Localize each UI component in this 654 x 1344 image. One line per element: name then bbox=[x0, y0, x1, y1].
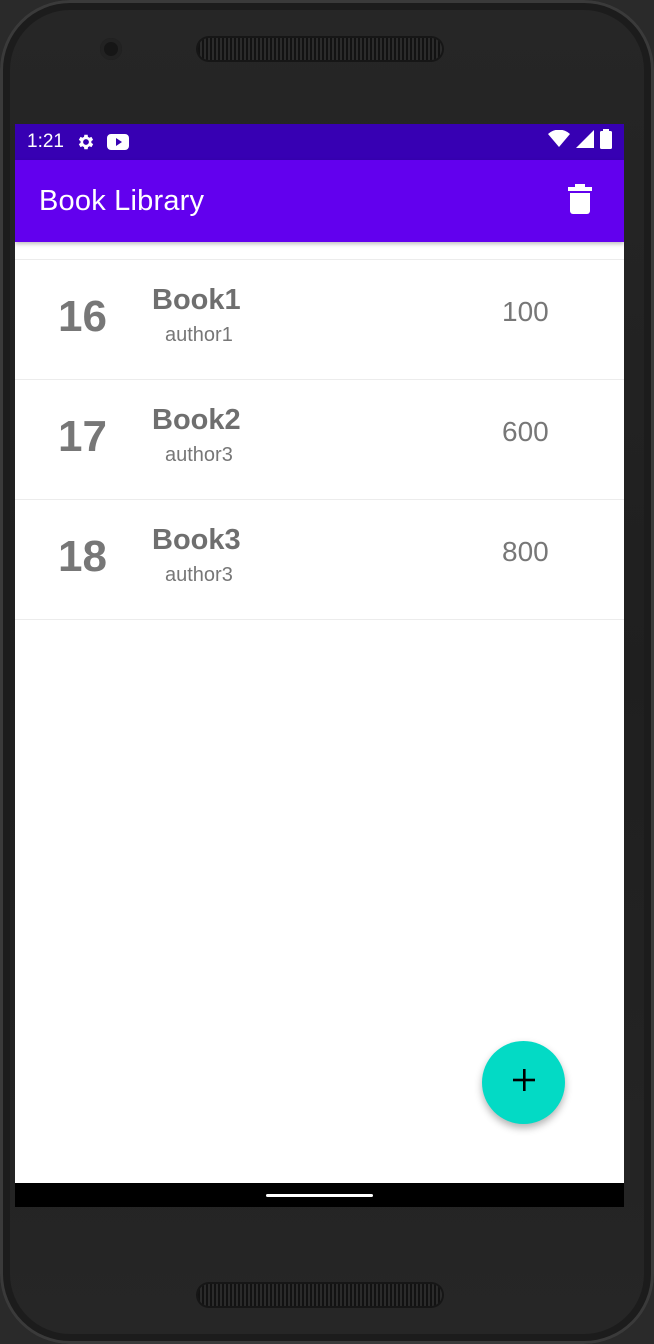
book-row[interactable]: 18 Book3 author3 800 bbox=[15, 500, 624, 620]
youtube-icon bbox=[106, 133, 130, 151]
home-gesture-handle[interactable] bbox=[266, 1194, 373, 1197]
wifi-icon bbox=[548, 129, 570, 154]
signal-icon bbox=[576, 130, 594, 154]
status-bar: 1:21 bbox=[15, 124, 624, 160]
plus-icon bbox=[512, 1069, 535, 1096]
book-title: Book1 bbox=[152, 284, 241, 316]
add-book-button[interactable] bbox=[482, 1041, 565, 1124]
status-time: 1:21 bbox=[27, 131, 64, 152]
book-price: 100 bbox=[502, 296, 549, 327]
phone-frame: 1:21 Book Library 16 Book1 author1 100 1… bbox=[0, 0, 654, 1344]
app-title: Book Library bbox=[39, 184, 205, 217]
app-bar: Book Library bbox=[15, 160, 624, 242]
book-author: author3 bbox=[165, 444, 233, 466]
book-id: 17 bbox=[58, 412, 107, 461]
top-speaker bbox=[198, 38, 442, 60]
trash-icon bbox=[568, 183, 592, 219]
bottom-speaker bbox=[198, 1284, 442, 1306]
book-author: author1 bbox=[165, 324, 233, 346]
delete-all-button[interactable] bbox=[560, 181, 600, 221]
book-author: author3 bbox=[165, 564, 233, 586]
book-row[interactable]: 17 Book2 author3 600 bbox=[15, 380, 624, 500]
navigation-bar bbox=[15, 1183, 624, 1207]
front-camera bbox=[100, 38, 122, 60]
book-row[interactable]: 16 Book1 author1 100 bbox=[15, 260, 624, 380]
book-id: 16 bbox=[58, 292, 107, 341]
book-title: Book2 bbox=[152, 404, 241, 436]
battery-icon bbox=[600, 129, 612, 155]
status-right-icons bbox=[548, 129, 612, 155]
gear-icon bbox=[76, 132, 96, 152]
book-price: 600 bbox=[502, 416, 549, 447]
app-screen: 1:21 Book Library 16 Book1 author1 100 1… bbox=[15, 124, 624, 1207]
book-list[interactable]: 16 Book1 author1 100 17 Book2 author3 60… bbox=[15, 242, 624, 620]
book-id: 18 bbox=[58, 532, 107, 581]
book-title: Book3 bbox=[152, 524, 241, 556]
book-price: 800 bbox=[502, 536, 549, 567]
